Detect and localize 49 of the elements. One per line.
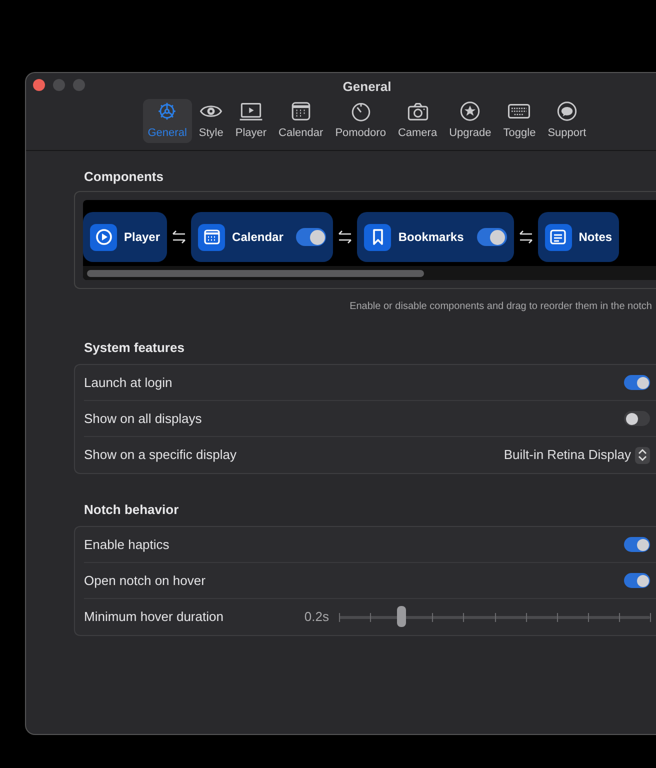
component-card[interactable]: Calendar	[191, 212, 334, 262]
section-title: Notch behavior	[84, 502, 179, 517]
setting-label: Open notch on hover	[84, 572, 206, 590]
component-card[interactable]: Bookmarks	[357, 212, 514, 262]
caption-text: Enable or disable components and drag to reorder them in the notch	[350, 301, 652, 312]
component-card[interactable]: Player	[83, 212, 168, 262]
window-title: General	[342, 79, 392, 94]
component-label: Notes	[578, 229, 612, 246]
section-title: System features	[84, 340, 184, 355]
speech-bubble-icon	[554, 101, 579, 122]
setting-label: Minimum hover duration	[84, 608, 224, 626]
setting-label: Enable haptics	[84, 536, 170, 554]
component-card[interactable]: Notes	[538, 212, 620, 262]
play-circle-icon	[94, 228, 112, 246]
slider-value: 0.2s	[304, 608, 329, 626]
camera-icon	[406, 101, 430, 122]
toolbar-tab[interactable]: Player	[230, 99, 272, 143]
setting-label: Launch at login	[84, 374, 172, 392]
component-label: Player	[124, 229, 160, 246]
note-icon	[549, 228, 568, 246]
setting-label: Show on all displays	[84, 410, 202, 428]
toolbar-tab[interactable]: Toggle	[498, 99, 541, 143]
setting-label: Show on a specific display	[84, 446, 236, 464]
play-screen-icon	[238, 101, 263, 122]
swap-arrows-icon	[518, 230, 533, 244]
keyboard-icon	[507, 101, 532, 122]
calendar-icon	[202, 228, 221, 246]
toggle-switch[interactable]	[624, 411, 650, 426]
toolbar-tab[interactable]: Support	[542, 99, 592, 143]
toggle-switch[interactable]	[624, 537, 650, 552]
toggle-switch[interactable]	[624, 573, 650, 588]
close-icon[interactable]	[33, 79, 45, 91]
section-title: Components	[84, 169, 164, 184]
display-select[interactable]: Built-in Retina Display	[504, 445, 631, 465]
stepper-icon[interactable]	[635, 446, 650, 464]
component-label: Calendar	[232, 229, 284, 246]
slider-thumb[interactable]	[397, 606, 406, 627]
toggle-switch[interactable]	[296, 228, 326, 246]
toolbar-tab[interactable]: Calendar	[274, 99, 328, 143]
component-label: Bookmarks	[398, 229, 464, 246]
toolbar-tab[interactable]: Pomodoro	[330, 99, 391, 143]
toolbar-tab[interactable]: Upgrade	[444, 99, 496, 143]
toggle-switch[interactable]	[476, 228, 507, 246]
toggle-switch[interactable]	[624, 375, 650, 390]
swap-arrows-icon	[172, 230, 186, 244]
swap-arrows-icon	[338, 230, 352, 244]
toolbar-tab[interactable]: Camera	[392, 99, 442, 143]
toolbar-tab[interactable]: Style	[194, 99, 228, 143]
scrollbar-thumb[interactable]	[87, 270, 424, 277]
